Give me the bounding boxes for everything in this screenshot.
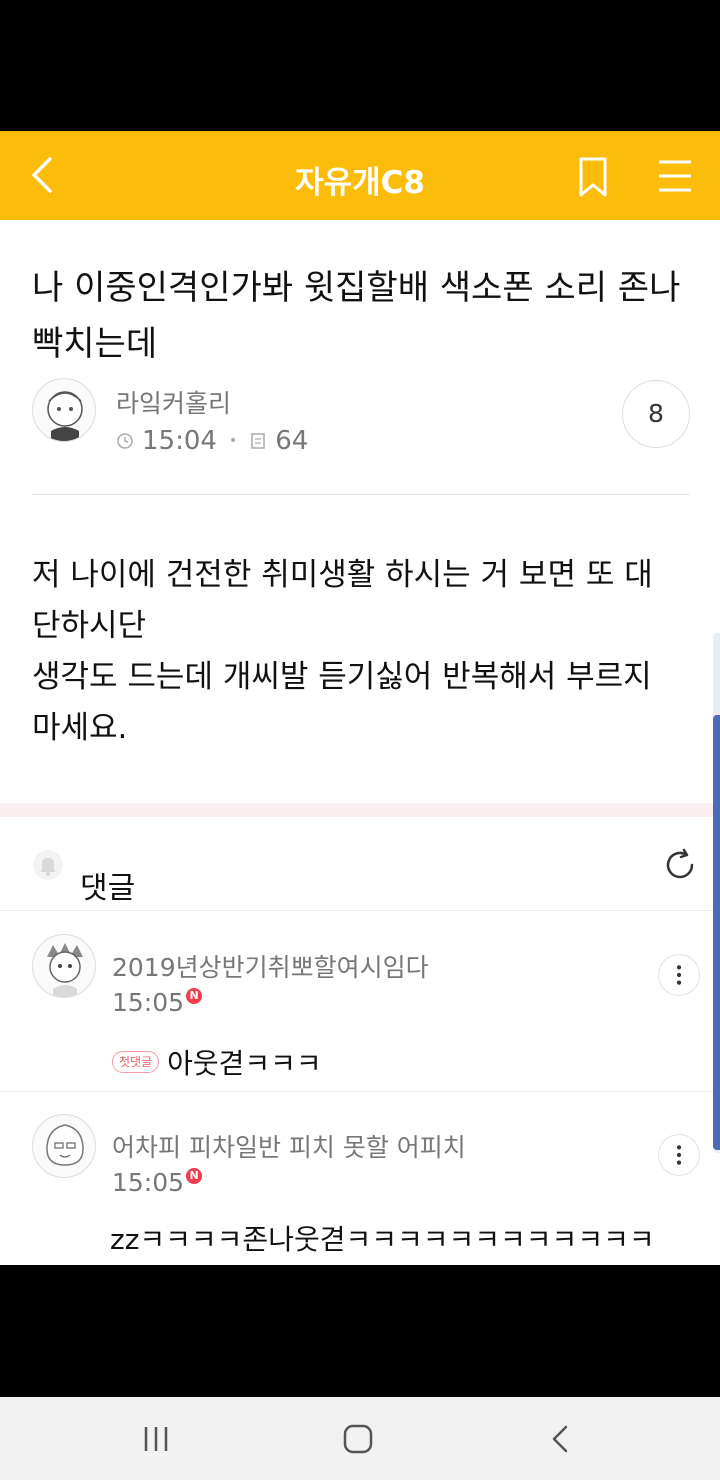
post-title: 나 이중인격인가봐 윗집할배 색소폰 소리 존나 빡치는데: [32, 268, 681, 364]
comment-text-row: zzㅋㅋㅋㅋ존나웃겯ㅋㅋㅋㅋㅋㅋㅋㅋㅋㅋㅋㅋ: [110, 1218, 655, 1258]
new-badge: N: [186, 988, 203, 1004]
bell-icon[interactable]: [32, 849, 64, 881]
comments-header: 댓글: [0, 817, 720, 911]
comment-time-row: 15:05 N: [112, 988, 203, 1017]
section-separator: [0, 803, 720, 817]
commenter-name[interactable]: 어차피 피차일반 피치 못할 어피치: [112, 1128, 466, 1164]
commenter-avatar[interactable]: [32, 1114, 96, 1178]
comment-item: 어차피 피차일반 피치 못할 어피치 15:05 N zzㅋㅋㅋㅋ존나웃겯ㅋㅋㅋ…: [0, 1092, 720, 1265]
post-body: 저 나이에 건전한 취미생활 하시는 거 보면 또 대 단하시단 생각도 드는데…: [32, 550, 692, 754]
new-badge: N: [186, 1168, 203, 1184]
status-bar-area: [0, 0, 720, 131]
nav-back-icon[interactable]: [540, 1419, 580, 1459]
comment-time: 15:05: [112, 988, 185, 1017]
post-meta: 15:04 • 64: [116, 426, 308, 456]
post-body-line: 생각도 드는데 개씨발 듣기싫어 반복해서 부르지: [32, 659, 652, 695]
commenter-avatar[interactable]: [32, 934, 96, 998]
first-comment-badge: 첫댓글: [112, 1051, 160, 1073]
scrollbar-thumb[interactable]: [713, 715, 720, 1150]
post-views: 64: [275, 426, 309, 456]
comment-count-badge[interactable]: 8: [622, 380, 690, 448]
comment-time-row: 15:05 N: [112, 1168, 203, 1197]
refresh-icon[interactable]: [662, 847, 698, 883]
system-nav-bar: [0, 1397, 720, 1480]
author-name[interactable]: 라잌커홀리: [116, 384, 231, 420]
divider: [32, 494, 690, 495]
avatar-image: [47, 943, 83, 997]
views-icon: [251, 433, 265, 449]
comment-text: zzㅋㅋㅋㅋ존나웃겯ㅋㅋㅋㅋㅋㅋㅋㅋㅋㅋㅋㅋ: [110, 1223, 655, 1256]
commenter-name[interactable]: 2019년상반기취뽀할여시임다: [112, 948, 429, 984]
clock-icon: [117, 433, 133, 449]
post-body-line: 단하시단: [32, 608, 147, 644]
recent-apps-icon[interactable]: [136, 1419, 176, 1459]
post-content: 나 이중인격인가봐 윗집할배 색소폰 소리 존나 빡치는데 라잌커홀리 15:0…: [0, 220, 720, 1265]
post-body-line: 마세요.: [32, 710, 128, 746]
home-icon[interactable]: [338, 1419, 378, 1459]
avatar-image: [46, 1124, 84, 1166]
post-time: 15:04: [142, 426, 217, 456]
bottom-black-area: [0, 1265, 720, 1397]
author-avatar[interactable]: [32, 378, 96, 442]
more-vertical-icon[interactable]: [658, 954, 700, 996]
bookmark-icon[interactable]: [573, 155, 613, 199]
comment-text: 아웃겯ㅋㅋㅋ: [167, 1047, 322, 1080]
post-body-line: 저 나이에 건전한 취미생활 하시는 거 보면 또 대: [32, 557, 653, 593]
meta-separator: •: [228, 433, 238, 449]
app-header: 자유개C8: [0, 131, 720, 220]
comment-item: 2019년상반기취뽀할여시임다 15:05 N 첫댓글 아웃겯ㅋㅋㅋ: [0, 912, 720, 1092]
comments-label: 댓글: [80, 871, 136, 906]
avatar-image: [47, 391, 83, 441]
more-vertical-icon[interactable]: [658, 1134, 700, 1176]
comment-text-row: 첫댓글 아웃겯ㅋㅋㅋ: [112, 1042, 322, 1082]
comment-time: 15:05: [112, 1168, 185, 1197]
hamburger-menu-icon[interactable]: [655, 157, 695, 195]
